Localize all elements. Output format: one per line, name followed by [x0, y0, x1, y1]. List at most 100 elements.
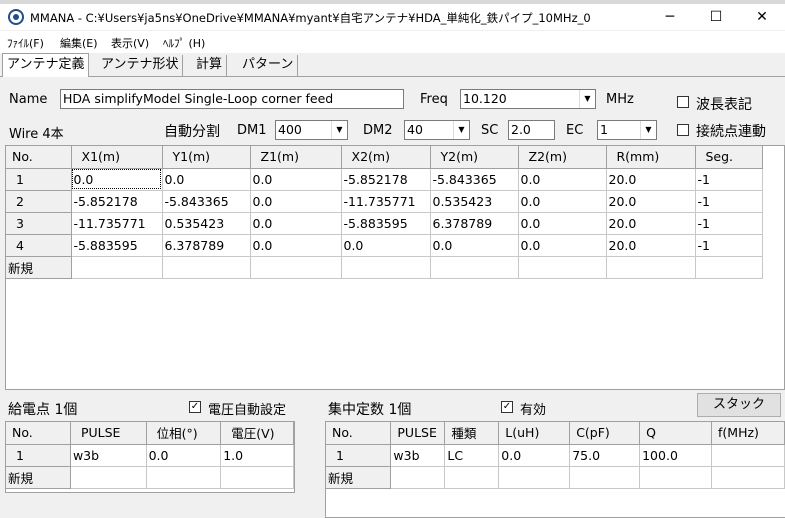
menu-view[interactable]: 表示(V): [111, 35, 149, 51]
auto-voltage-checkbox[interactable]: ✓: [189, 401, 201, 413]
chevron-down-icon[interactable]: ▼: [453, 121, 469, 139]
table-cell[interactable]: 6.378789: [162, 234, 251, 257]
dm2-select[interactable]: 40 ▼: [404, 120, 470, 140]
enabled-checkbox[interactable]: ✓: [501, 401, 513, 413]
minimize-button[interactable]: ─: [647, 4, 693, 30]
table-cell[interactable]: 75.0: [569, 444, 641, 467]
freq-select[interactable]: 10.120 ▼: [460, 89, 596, 109]
table-cell[interactable]: [711, 466, 785, 489]
loads-table[interactable]: No. PULSE 種類 L(uH) C(pF) Q f(MHz) 1 w3b …: [325, 421, 785, 518]
table-cell[interactable]: [70, 466, 147, 489]
table-cell[interactable]: -5.852178: [71, 190, 163, 213]
new-row[interactable]: 新規: [6, 256, 763, 279]
table-cell[interactable]: 0.0: [518, 212, 607, 235]
sources-table[interactable]: No. PULSE 位相(°) 電圧(V) 1 w3b 0.0 1.0 新規: [5, 421, 295, 493]
table-cell[interactable]: -11.735771: [341, 190, 431, 213]
name-input[interactable]: HDA simplifyModel Single-Loop corner fee…: [60, 89, 404, 109]
table-cell[interactable]: [518, 256, 607, 279]
sc-input[interactable]: 2.0: [508, 120, 555, 140]
table-cell[interactable]: [390, 466, 446, 489]
auto-split-label: 自動分割: [164, 124, 220, 140]
link-checkbox[interactable]: [677, 124, 689, 136]
table-cell[interactable]: -5.843365: [162, 190, 251, 213]
table-cell[interactable]: -5.883595: [341, 212, 431, 235]
table-cell[interactable]: 20.0: [606, 168, 696, 191]
auto-voltage-label: 電圧自動設定: [208, 403, 287, 418]
table-row[interactable]: 2 -5.852178 -5.843365 0.0 -11.735771 0.5…: [6, 190, 763, 213]
table-cell[interactable]: 20.0: [606, 234, 696, 257]
tab-pattern[interactable]: パターン: [238, 55, 299, 76]
dm1-select[interactable]: 400 ▼: [275, 120, 348, 140]
table-cell[interactable]: [498, 466, 571, 489]
table-cell[interactable]: 0.0: [430, 234, 519, 257]
table-cell[interactable]: 0.535423: [430, 190, 519, 213]
table-cell[interactable]: [250, 256, 342, 279]
table-cell[interactable]: 0.0: [341, 234, 431, 257]
menu-edit[interactable]: 編集(E): [60, 35, 98, 51]
menu-file[interactable]: ﾌｧｲﾙ(F): [7, 35, 44, 51]
tab-antenna-shape[interactable]: アンテナ形状: [97, 55, 184, 76]
col-header: Seg.: [695, 146, 763, 169]
table-cell[interactable]: -11.735771: [71, 212, 163, 235]
table-cell[interactable]: 0.0: [250, 234, 342, 257]
table-cell[interactable]: [711, 444, 785, 467]
table-cell[interactable]: w3b: [390, 444, 446, 467]
table-cell[interactable]: 1.0: [220, 444, 294, 467]
table-cell[interactable]: 0.0: [250, 190, 342, 213]
table-cell[interactable]: 20.0: [606, 212, 696, 235]
table-cell[interactable]: -5.883595: [71, 234, 163, 257]
tab-calculate[interactable]: 計算: [192, 55, 228, 76]
table-cell[interactable]: 0.0: [498, 444, 571, 467]
new-row[interactable]: 新規: [326, 466, 785, 489]
table-cell[interactable]: w3b: [70, 444, 147, 467]
table-cell[interactable]: 0.0: [518, 234, 607, 257]
table-row[interactable]: 1 w3b 0.0 1.0: [6, 444, 294, 467]
table-cell[interactable]: [430, 256, 519, 279]
table-row[interactable]: 1 0.0 0.0 0.0 -5.852178 -5.843365 0.0 20…: [6, 168, 763, 191]
table-cell[interactable]: 0.0: [250, 212, 342, 235]
table-cell[interactable]: -1: [695, 234, 763, 257]
table-cell[interactable]: 0.535423: [162, 212, 251, 235]
close-button[interactable]: ✕: [739, 4, 785, 30]
wire-table[interactable]: No. X1(m) Y1(m) Z1(m) X2(m) Y2(m) Z2(m) …: [5, 145, 785, 390]
table-cell[interactable]: -5.843365: [430, 168, 519, 191]
table-cell[interactable]: [444, 466, 500, 489]
menu-help[interactable]: ﾍﾙﾌﾟ (H): [163, 35, 205, 51]
table-cell[interactable]: 100.0: [639, 444, 713, 467]
table-cell[interactable]: [341, 256, 431, 279]
table-cell[interactable]: [146, 466, 222, 489]
wavelength-checkbox[interactable]: [677, 96, 689, 108]
table-row[interactable]: 1 w3b LC 0.0 75.0 100.0: [326, 444, 785, 467]
table-cell[interactable]: 20.0: [606, 190, 696, 213]
table-cell[interactable]: 6.378789: [430, 212, 519, 235]
chevron-down-icon[interactable]: ▼: [640, 121, 656, 139]
chevron-down-icon[interactable]: ▼: [579, 90, 595, 108]
table-cell[interactable]: [639, 466, 713, 489]
table-row[interactable]: 4 -5.883595 6.378789 0.0 0.0 0.0 0.0 20.…: [6, 234, 763, 257]
chevron-down-icon[interactable]: ▼: [331, 121, 347, 139]
table-cell[interactable]: -1: [695, 190, 763, 213]
table-cell[interactable]: [162, 256, 251, 279]
table-cell[interactable]: -1: [695, 168, 763, 191]
new-row[interactable]: 新規: [6, 466, 294, 489]
title-bar: MMANA - C:¥Users¥ja5ns¥OneDrive¥MMANA¥my…: [0, 4, 785, 30]
maximize-button[interactable]: ☐: [693, 4, 739, 30]
table-cell[interactable]: -5.852178: [341, 168, 431, 191]
table-cell[interactable]: -1: [695, 212, 763, 235]
stack-button[interactable]: スタック: [697, 393, 781, 417]
table-cell[interactable]: 0.0: [162, 168, 251, 191]
table-cell[interactable]: [220, 466, 294, 489]
table-cell[interactable]: 0.0: [71, 168, 163, 191]
table-row[interactable]: 3 -11.735771 0.535423 0.0 -5.883595 6.37…: [6, 212, 763, 235]
ec-select[interactable]: 1 ▼: [597, 120, 657, 140]
table-cell[interactable]: 0.0: [250, 168, 342, 191]
table-cell[interactable]: [71, 256, 163, 279]
table-cell[interactable]: [606, 256, 696, 279]
table-cell[interactable]: [569, 466, 641, 489]
table-cell[interactable]: 0.0: [518, 190, 607, 213]
table-cell[interactable]: [695, 256, 763, 279]
table-cell[interactable]: LC: [444, 444, 500, 467]
table-cell[interactable]: 0.0: [146, 444, 222, 467]
table-cell[interactable]: 0.0: [518, 168, 607, 191]
tab-antenna-definition[interactable]: アンテナ定義: [2, 53, 90, 77]
